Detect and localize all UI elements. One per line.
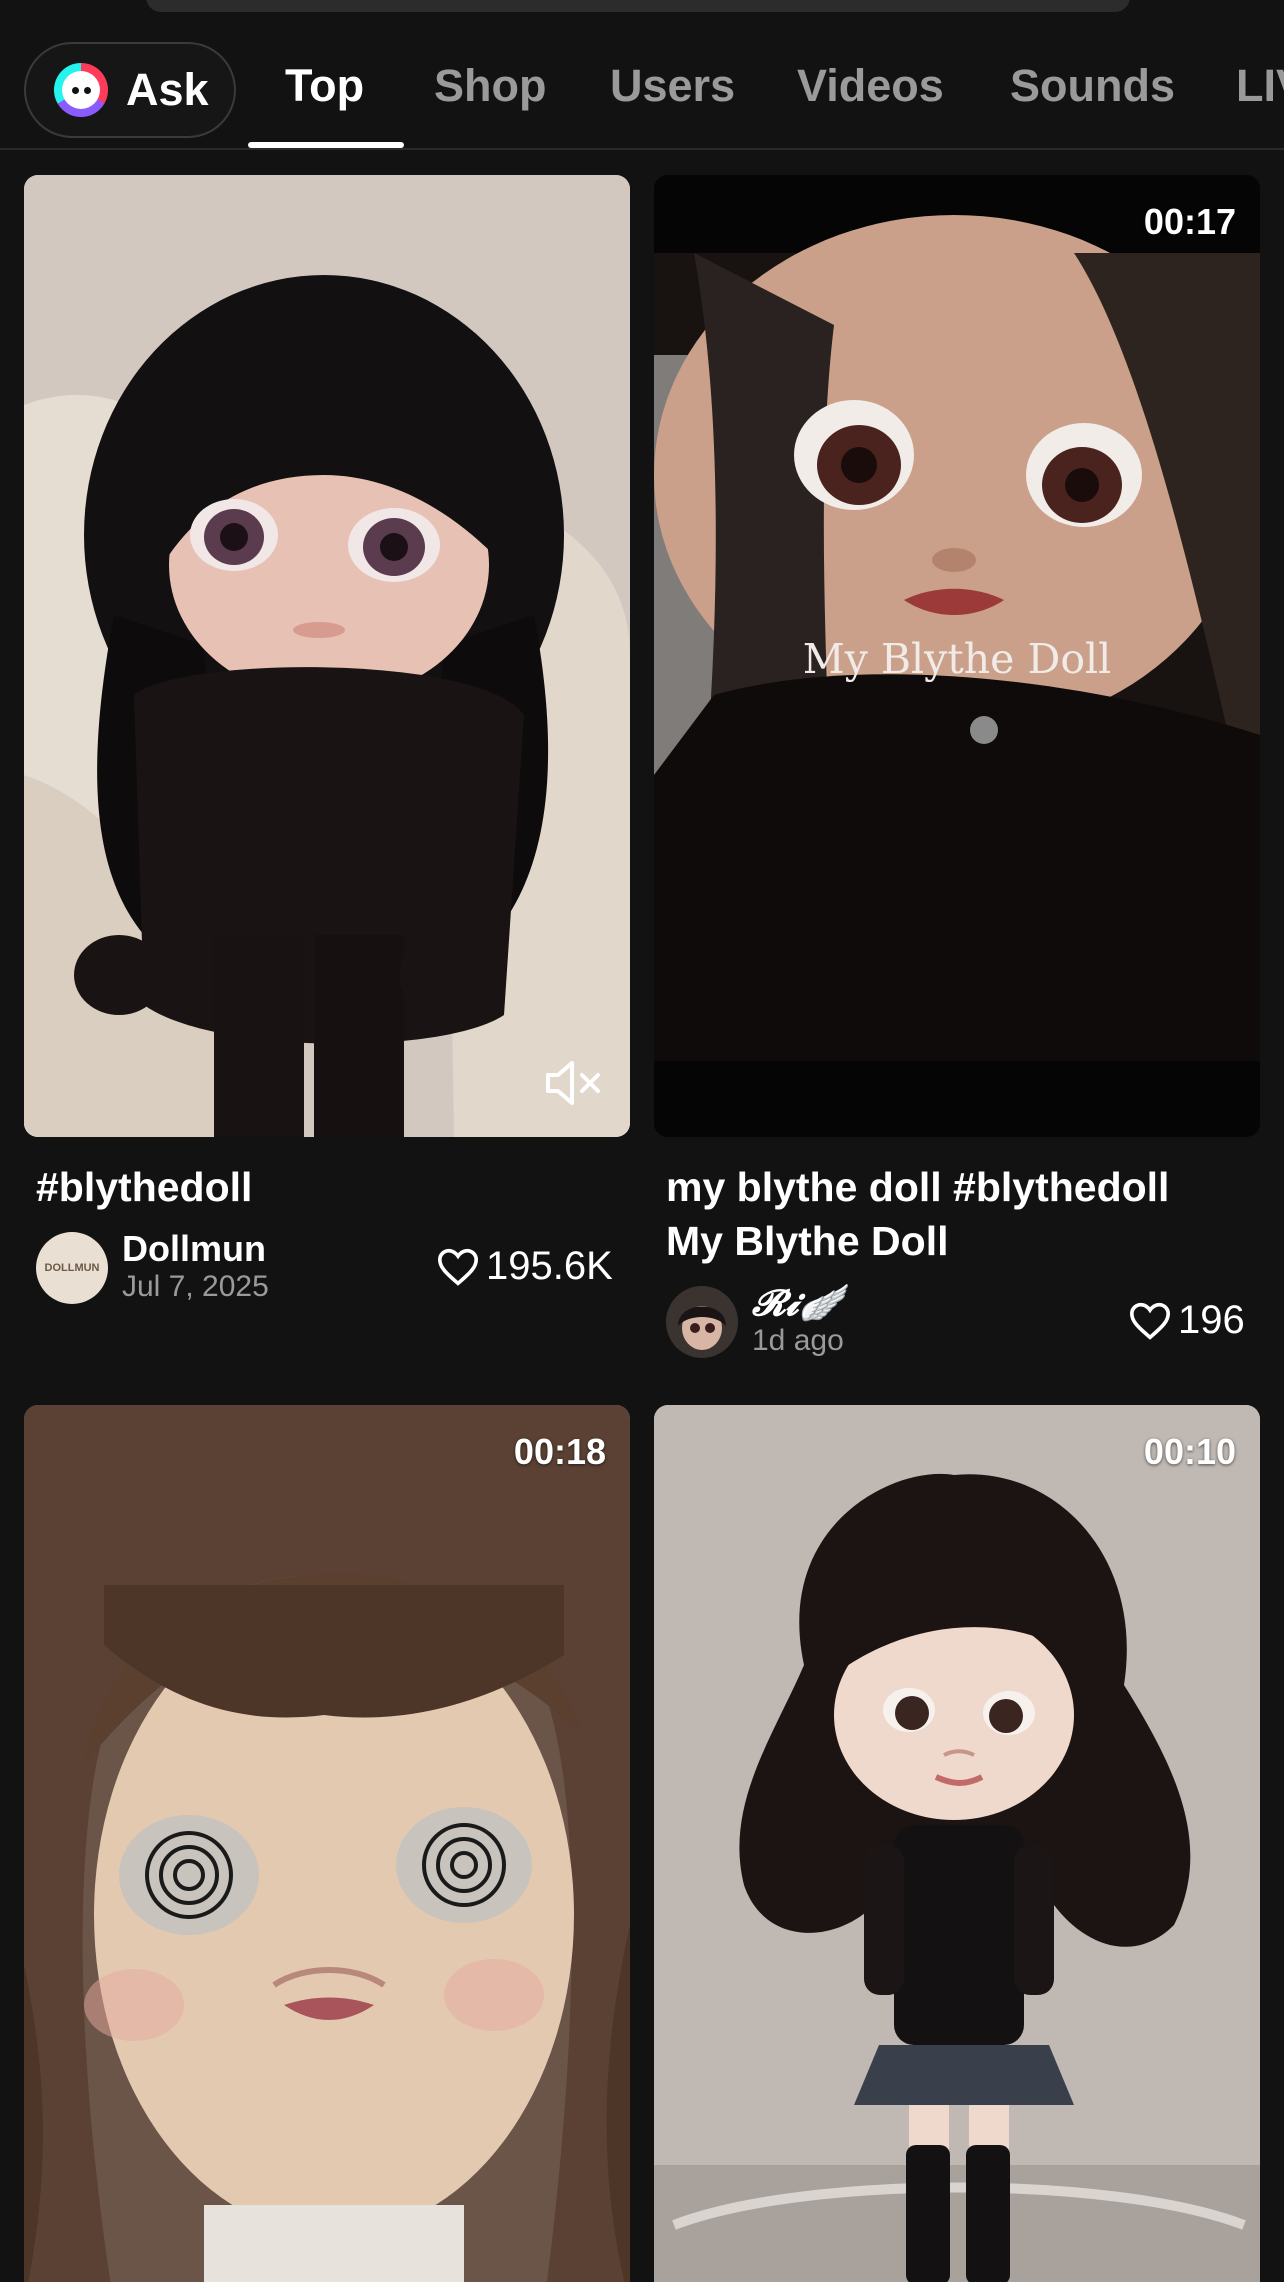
author-name[interactable]: 𝓡𝓲🪽 (752, 1282, 843, 1325)
post-date: 1d ago (752, 1324, 844, 1357)
video-caption[interactable]: #blythedoll (36, 1160, 252, 1214)
caption-line: My Blythe Doll (666, 1218, 949, 1264)
ask-button[interactable]: Ask (24, 42, 236, 138)
speaker-muted-icon[interactable] (544, 1059, 606, 1107)
ask-logo-icon (54, 63, 108, 117)
video-thumbnail[interactable] (24, 175, 630, 1137)
post-date: Jul 7, 2025 (122, 1270, 269, 1303)
doll-photo (654, 1405, 1260, 2282)
avatar[interactable] (666, 1286, 738, 1358)
avatar[interactable]: DOLLMUN (36, 1232, 108, 1304)
search-category-tabs: Ask Top Shop Users Videos Sounds LIV (0, 38, 1284, 150)
author-name[interactable]: Dollmun (122, 1228, 266, 1270)
caption-line: my blythe doll #blythedoll (666, 1164, 1170, 1210)
active-tab-indicator (248, 142, 404, 148)
tab-videos[interactable]: Videos (797, 60, 944, 112)
video-thumbnail[interactable]: 00:18 (24, 1405, 630, 2282)
tab-sounds[interactable]: Sounds (1010, 60, 1175, 112)
like-count[interactable]: 196 (1128, 1298, 1245, 1343)
like-count[interactable]: 195.6K (436, 1244, 613, 1289)
video-duration: 00:17 (1143, 201, 1236, 242)
heart-icon (437, 1248, 479, 1286)
video-caption[interactable]: my blythe doll #blythedoll My Blythe Dol… (666, 1160, 1266, 1268)
video-thumbnail[interactable]: 00:10 (654, 1405, 1260, 2282)
tab-users[interactable]: Users (610, 60, 735, 112)
search-bar-edge[interactable] (146, 0, 1130, 12)
ask-label: Ask (126, 64, 209, 115)
author-info[interactable]: DOLLMUN Dollmun Jul 7, 2025 (36, 1228, 336, 1306)
like-count-value: 195.6K (486, 1244, 613, 1288)
tab-live[interactable]: LIV (1236, 60, 1284, 112)
doll-photo (24, 1405, 630, 2282)
avatar-image (666, 1286, 738, 1358)
doll-photo (24, 175, 630, 1137)
heart-icon (1129, 1302, 1171, 1340)
like-count-value: 196 (1178, 1298, 1245, 1342)
tab-shop[interactable]: Shop (434, 60, 546, 112)
video-duration: 00:18 (513, 1431, 606, 1472)
author-info[interactable]: 𝓡𝓲🪽 1d ago (666, 1282, 966, 1360)
video-thumbnail[interactable]: My Blythe Doll 00:17 (654, 175, 1260, 1137)
tab-top[interactable]: Top (285, 60, 364, 112)
video-overlay-text: My Blythe Doll (802, 635, 1112, 683)
video-duration: 00:10 (1143, 1431, 1236, 1472)
